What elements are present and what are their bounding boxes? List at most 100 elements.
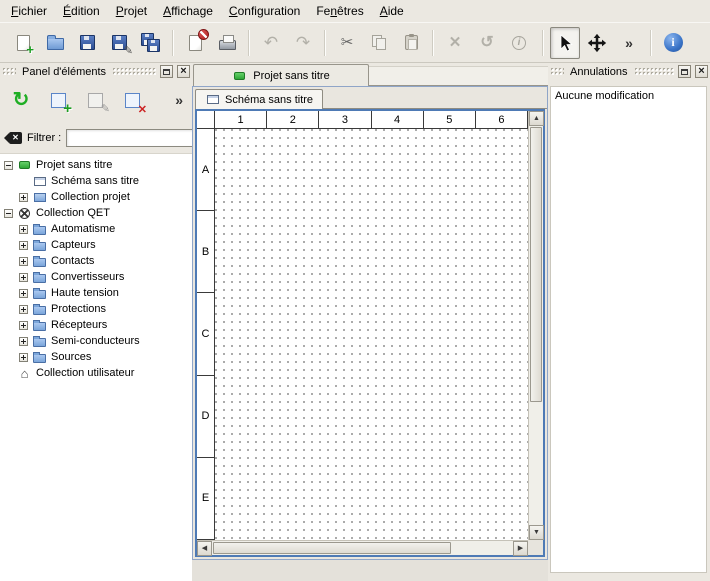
close-icon — [180, 66, 186, 77]
object-info-button[interactable]: i — [504, 27, 534, 59]
select-pointer-icon — [553, 31, 577, 55]
plus-expander-icon[interactable] — [19, 273, 28, 282]
select-pointer-button[interactable] — [550, 27, 580, 59]
plus-expander-icon[interactable] — [19, 321, 28, 330]
tree-item-contacts[interactable]: Contacts — [0, 253, 192, 269]
dock-grip[interactable] — [634, 67, 675, 76]
save-all-button[interactable] — [136, 27, 166, 59]
overflow-button[interactable]: » — [614, 27, 644, 59]
menu-edition[interactable]: Édition — [55, 0, 108, 22]
delete-element-button[interactable]: ✕ — [116, 84, 148, 116]
menu-aide[interactable]: Aide — [372, 0, 412, 22]
undo-button[interactable]: ↶ — [256, 27, 286, 59]
tree-item-sources[interactable]: Sources — [0, 349, 192, 365]
diagram-grid[interactable] — [215, 129, 528, 540]
scroll-left-button[interactable] — [197, 541, 212, 556]
vertical-scrollbar-thumb[interactable] — [530, 127, 542, 402]
menu-fichier[interactable]: Fichier — [3, 0, 55, 22]
save-button[interactable] — [72, 27, 102, 59]
plus-expander-icon[interactable] — [19, 241, 28, 250]
plus-expander-icon[interactable] — [19, 337, 28, 346]
scroll-up-button[interactable] — [529, 111, 544, 126]
tree-item-haute-tension[interactable]: Haute tension — [0, 285, 192, 301]
tree-item-label: Semi-conducteurs — [51, 335, 140, 347]
new-element-button[interactable]: + — [42, 84, 74, 116]
panel-overflow-button[interactable]: » — [175, 93, 187, 107]
tree-item-projet-sans-titre[interactable]: Projet sans titre — [0, 157, 192, 173]
plus-expander-icon[interactable] — [19, 305, 28, 314]
dock-grip[interactable] — [112, 67, 156, 76]
plus-expander-icon[interactable] — [19, 353, 28, 362]
tree-item-recepteurs[interactable]: Récepteurs — [0, 317, 192, 333]
about-info-button[interactable]: i — [658, 27, 688, 59]
minus-expander-icon[interactable] — [4, 161, 13, 170]
plus-expander-icon[interactable] — [19, 289, 28, 298]
column-label: 4 — [372, 111, 424, 128]
undo-history-list[interactable]: Aucune modification — [550, 86, 707, 573]
tab-schema[interactable]: Schéma sans titre — [195, 89, 323, 109]
plus-expander-icon[interactable] — [19, 225, 28, 234]
toolbar-separator — [248, 30, 250, 56]
horizontal-scrollbar-thumb[interactable] — [213, 542, 451, 554]
tree-item-convertisseurs[interactable]: Convertisseurs — [0, 269, 192, 285]
project-tab-label: Projet sans titre — [253, 70, 329, 82]
paste-icon — [399, 31, 423, 55]
project-tabbar: Projet sans titre — [192, 63, 548, 86]
tree-item-collection-qet[interactable]: Collection QET — [0, 205, 192, 221]
undo-icon: ↶ — [259, 31, 283, 55]
edit-element-button[interactable]: ✎ — [79, 84, 111, 116]
tree-item-collection-utilisateur[interactable]: ⌂Collection utilisateur — [0, 365, 192, 381]
undo-panel-header[interactable]: Annulations — [550, 64, 708, 79]
menu-configuration[interactable]: Configuration — [221, 0, 308, 22]
diagram-view[interactable]: 123456 ABCDE — [195, 109, 545, 557]
elements-panel-header[interactable]: Panel d'éléments — [2, 64, 190, 79]
redo-button[interactable]: ↷ — [288, 27, 318, 59]
menu-fenetres[interactable]: Fenêtres — [308, 0, 371, 22]
save-as-button[interactable]: ✎ — [104, 27, 134, 59]
new-file-button[interactable]: + — [8, 27, 38, 59]
schema-tab-label: Schéma sans titre — [225, 94, 313, 106]
column-ruler: 123456 — [215, 111, 528, 129]
paste-button[interactable] — [396, 27, 426, 59]
tree-item-label: Projet sans titre — [36, 159, 112, 171]
open-file-button[interactable] — [40, 27, 70, 59]
plus-expander-icon[interactable] — [19, 257, 28, 266]
tree-item-semi-conducteurs[interactable]: Semi-conducteurs — [0, 333, 192, 349]
close-panel-button[interactable] — [177, 65, 190, 78]
delete-button[interactable]: ✕ — [440, 27, 470, 59]
vertical-scrollbar[interactable] — [528, 111, 543, 540]
print-button[interactable] — [212, 27, 242, 59]
menu-affichage[interactable]: Affichage — [155, 0, 221, 22]
toolbar-separator — [650, 30, 652, 56]
tree-item-capteurs[interactable]: Capteurs — [0, 237, 192, 253]
folder-icon — [32, 303, 47, 316]
scroll-right-button[interactable] — [513, 541, 528, 556]
tree-item-automatisme[interactable]: Automatisme — [0, 221, 192, 237]
scroll-down-button[interactable] — [529, 525, 544, 540]
tree-item-schema-sans-titre[interactable]: Schéma sans titre — [0, 173, 192, 189]
tree-item-collection-projet[interactable]: Collection projet — [0, 189, 192, 205]
cut-button[interactable]: ✂ — [332, 27, 362, 59]
float-panel-button[interactable] — [160, 65, 173, 78]
folder-icon — [32, 239, 47, 252]
dock-grip[interactable] — [2, 67, 16, 76]
tree-item-label: Protections — [51, 303, 106, 315]
menu-projet[interactable]: Projet — [108, 0, 155, 22]
plus-expander-icon[interactable] — [19, 193, 28, 202]
copy-button[interactable] — [364, 27, 394, 59]
dock-grip[interactable] — [550, 67, 564, 76]
horizontal-scrollbar[interactable] — [197, 540, 528, 555]
close-file-icon — [183, 31, 207, 55]
minus-expander-icon[interactable] — [4, 209, 13, 218]
clear-filter-icon[interactable] — [9, 132, 22, 144]
float-panel-button[interactable] — [678, 65, 691, 78]
pan-move-button[interactable] — [582, 27, 612, 59]
print-icon — [215, 31, 239, 55]
reload-collections-button[interactable]: ↻ — [5, 84, 37, 116]
close-panel-button[interactable] — [695, 65, 708, 78]
rotate-button[interactable]: ↺ — [472, 27, 502, 59]
close-file-button[interactable] — [180, 27, 210, 59]
tab-project[interactable]: Projet sans titre — [193, 64, 369, 86]
save-all-icon — [139, 31, 163, 55]
tree-item-protections[interactable]: Protections — [0, 301, 192, 317]
